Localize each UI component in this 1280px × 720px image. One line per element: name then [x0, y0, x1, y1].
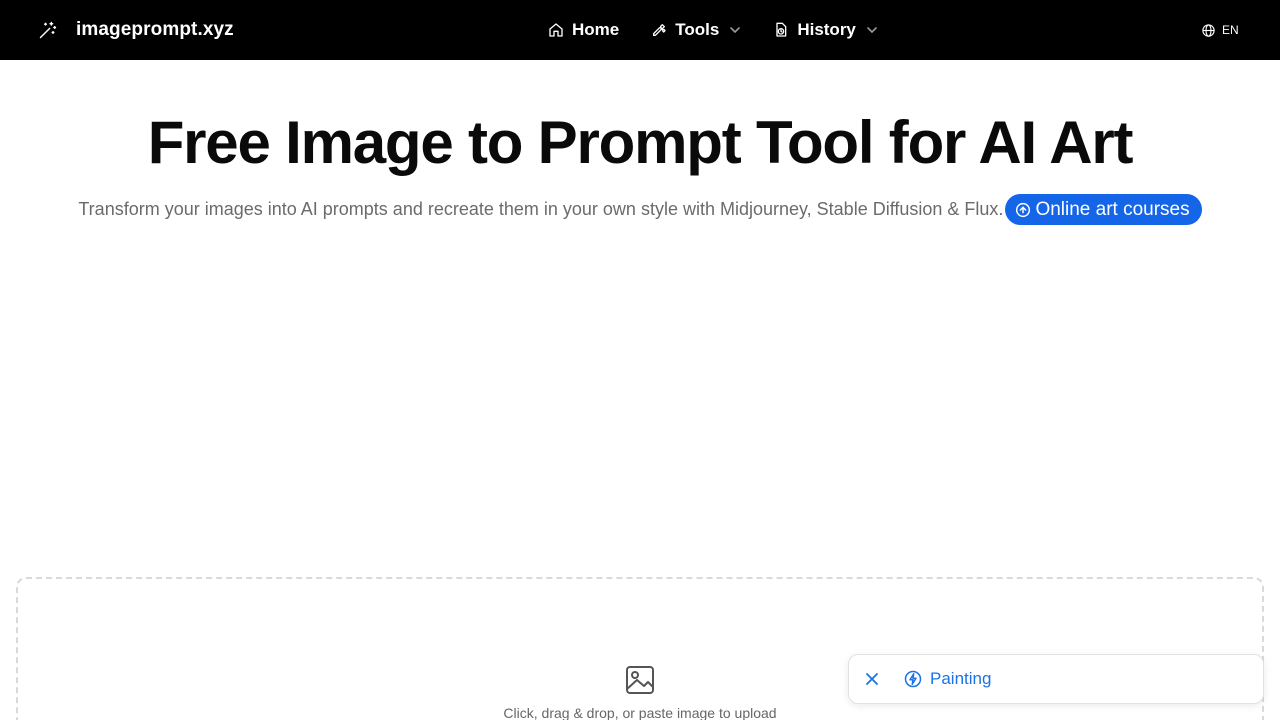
nav-tools-label: Tools — [675, 20, 720, 39]
hero-subtitle-row: Transform your images into AI prompts an… — [0, 194, 1280, 225]
brand[interactable]: imageprompt.xyz — [38, 0, 234, 60]
close-icon[interactable] — [864, 671, 880, 687]
language-label: EN — [1222, 23, 1239, 37]
page-title: Free Image to Prompt Tool for AI Art — [147, 109, 1134, 176]
globe-icon — [1202, 23, 1215, 37]
magic-wand-icon — [39, 21, 57, 39]
nav-tools[interactable]: Tools — [651, 20, 741, 40]
online-art-courses-label: Online art courses — [1035, 198, 1190, 220]
chevron-down-icon — [730, 27, 741, 34]
painting-label: Painting — [930, 669, 992, 688]
top-nav-bar: imageprompt.xyz Home Tools History EN — [0, 0, 1280, 60]
online-art-courses-button[interactable]: Online art courses — [1005, 194, 1202, 225]
chevron-down-icon — [867, 27, 877, 34]
main-nav: Home Tools History — [548, 0, 878, 60]
upload-instruction: Click, drag & drop, or paste image to up… — [503, 705, 777, 720]
nav-home-label: Home — [572, 20, 620, 39]
arrow-up-circle-icon — [1016, 202, 1031, 217]
nav-history-label: History — [797, 20, 856, 39]
painting-toast: Painting — [848, 654, 1264, 704]
nav-home[interactable]: Home — [548, 20, 619, 40]
nav-history[interactable]: History — [773, 20, 878, 40]
language-switcher[interactable]: EN — [1201, 0, 1239, 60]
hero-subtitle: Transform your images into AI prompts an… — [78, 199, 1004, 219]
lightning-icon — [904, 670, 922, 688]
brand-name: imageprompt.xyz — [76, 19, 234, 40]
history-icon — [776, 22, 787, 37]
home-icon — [549, 23, 563, 37]
image-upload-icon — [626, 666, 654, 694]
wrench-icon — [653, 24, 666, 36]
